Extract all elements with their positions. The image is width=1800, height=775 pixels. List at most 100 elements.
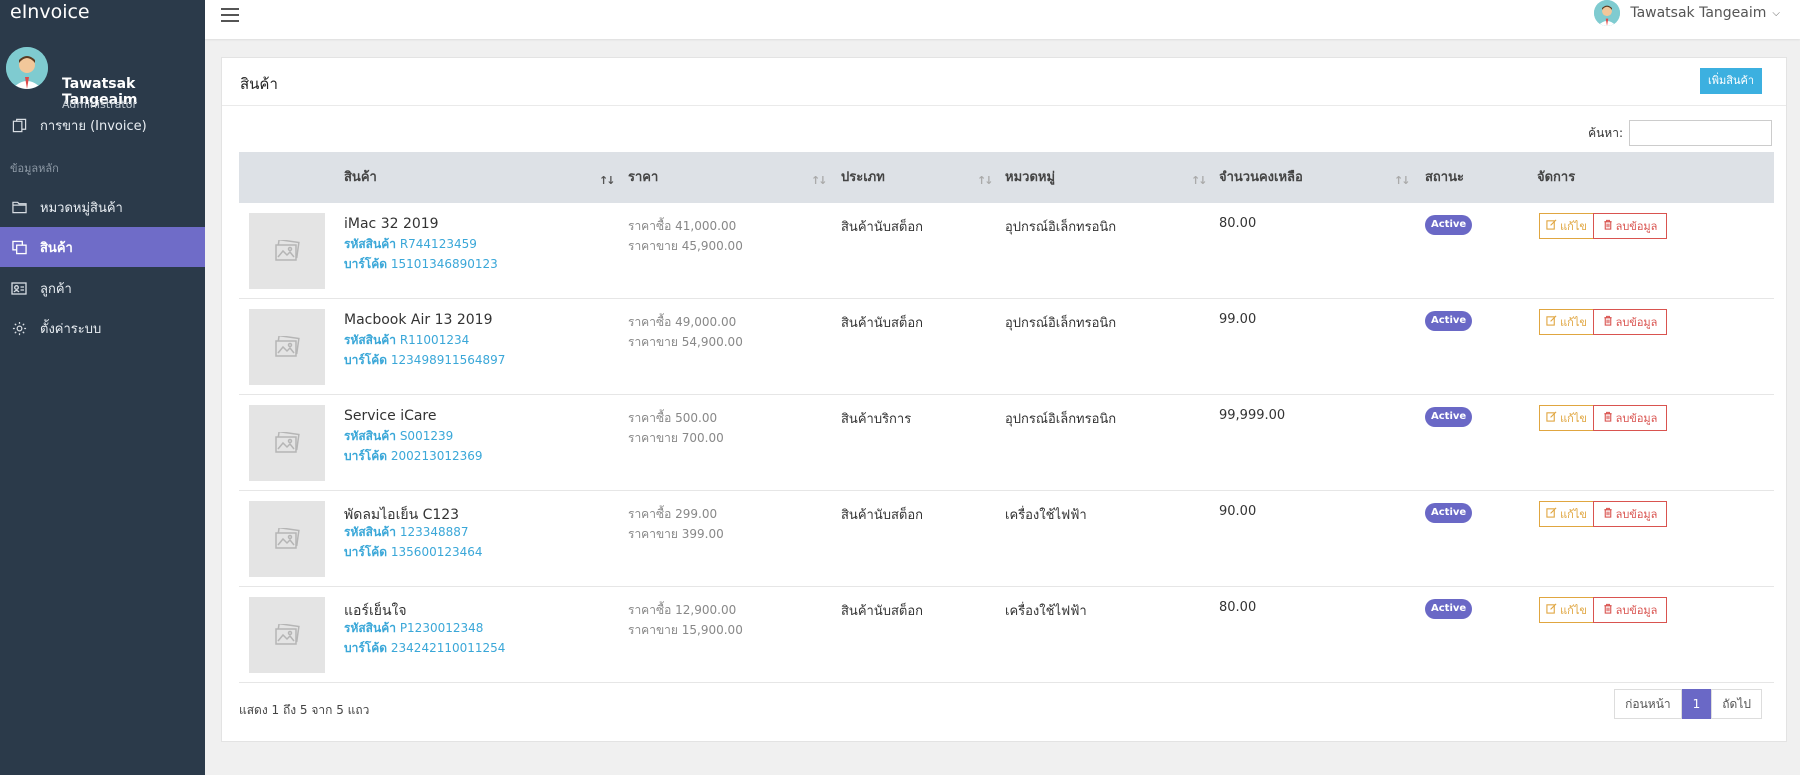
add-product-button[interactable]: เพิ่มสินค้า xyxy=(1699,68,1762,94)
edit-label: แก้ไข xyxy=(1560,220,1587,233)
product-code-label: รหัสสินค้า xyxy=(344,525,396,539)
product-code-label: รหัสสินค้า xyxy=(344,429,396,443)
product-name[interactable]: Macbook Air 13 2019 xyxy=(344,312,493,328)
sidebar-item-settings[interactable]: ตั้งค่าระบบ xyxy=(0,308,205,348)
status-badge: Active xyxy=(1425,215,1473,235)
edit-label: แก้ไข xyxy=(1560,412,1587,425)
delete-button[interactable]: ลบข้อมูล xyxy=(1593,213,1667,239)
product-barcode-label: บาร์โค้ด xyxy=(344,449,388,463)
product-stock: 90.00 xyxy=(1219,504,1257,519)
user-avatar-small xyxy=(1594,0,1621,26)
trash-icon xyxy=(1603,603,1613,617)
product-barcode-value: 15101346890123 xyxy=(390,257,498,271)
sidebar-item-label: สินค้า xyxy=(40,240,73,256)
sort-icon[interactable]: ↑↓ xyxy=(1394,152,1411,203)
sidebar-item-products[interactable]: สินค้า xyxy=(0,227,205,267)
edit-label: แก้ไข xyxy=(1560,316,1587,329)
product-code-label: รหัสสินค้า xyxy=(344,621,396,635)
column-header-stock[interactable]: จำนวนคงเหลือ xyxy=(1219,152,1303,203)
sort-icon[interactable]: ↑↓ xyxy=(1191,152,1208,203)
sell-price-label: ราคาขาย xyxy=(628,527,678,541)
sell-price-value: 15,900.00 xyxy=(681,623,743,637)
top-user-name: Tawatsak Tangeaim xyxy=(1630,5,1767,21)
product-type: สินค้านับสต็อก xyxy=(841,508,924,523)
gear-icon xyxy=(10,319,28,337)
sort-asc-icon[interactable]: ↑↓ xyxy=(599,152,616,203)
delete-button[interactable]: ลบข้อมูล xyxy=(1593,405,1667,431)
product-barcode: บาร์โค้ด 15101346890123 xyxy=(344,255,498,274)
edit-button[interactable]: แก้ไข xyxy=(1539,309,1594,335)
app-brand[interactable]: eInvoice xyxy=(0,0,205,26)
edit-button[interactable]: แก้ไข xyxy=(1539,405,1594,431)
edit-button[interactable]: แก้ไข xyxy=(1539,213,1594,239)
buy-price-value: 49,000.00 xyxy=(675,315,737,329)
trash-icon xyxy=(1603,219,1613,233)
table-row: Service iCare รหัสสินค้า S001239 บาร์โค้… xyxy=(239,395,1774,491)
sell-price: ราคาขาย 399.00 xyxy=(628,525,724,544)
product-name[interactable]: iMac 32 2019 xyxy=(344,216,439,232)
edit-button[interactable]: แก้ไข xyxy=(1539,501,1594,527)
sell-price-value: 700.00 xyxy=(681,431,724,445)
delete-button[interactable]: ลบข้อมูล xyxy=(1593,597,1667,623)
product-barcode-label: บาร์โค้ด xyxy=(344,353,388,367)
panel-header: สินค้า เพิ่มสินค้า xyxy=(222,58,1786,106)
sidebar-item-invoice[interactable]: การขาย (Invoice) xyxy=(0,105,205,145)
product-code: รหัสสินค้า 123348887 xyxy=(344,523,469,542)
sidebar-section-header: ข้อมูลหลัก xyxy=(10,162,59,175)
trash-icon xyxy=(1603,411,1613,425)
product-barcode-label: บาร์โค้ด xyxy=(344,641,388,655)
delete-button[interactable]: ลบข้อมูล xyxy=(1593,501,1667,527)
product-code-label: รหัสสินค้า xyxy=(344,237,396,251)
product-barcode-label: บาร์โค้ด xyxy=(344,545,388,559)
column-header-category[interactable]: หมวดหมู่ xyxy=(1005,152,1055,203)
sell-price: ราคาขาย 45,900.00 xyxy=(628,237,743,256)
image-placeholder-icon xyxy=(249,501,325,577)
sell-price-label: ราคาขาย xyxy=(628,239,678,253)
next-page-button[interactable]: ถัดไป xyxy=(1711,689,1762,719)
products-panel: สินค้า เพิ่มสินค้า ค้นหา: สินค้า ↑↓ ราคา… xyxy=(221,57,1787,742)
image-placeholder-icon xyxy=(249,405,325,481)
product-category: อุปกรณ์อิเล็กทรอนิก xyxy=(1005,412,1117,427)
sell-price-label: ราคาขาย xyxy=(628,431,678,445)
search-input[interactable] xyxy=(1629,120,1772,146)
product-code: รหัสสินค้า R11001234 xyxy=(344,331,469,350)
product-type: สินค้านับสต็อก xyxy=(841,220,924,235)
sell-price-value: 399.00 xyxy=(681,527,724,541)
buy-price: ราคาซื้อ 49,000.00 xyxy=(628,313,736,332)
buy-price: ราคาซื้อ 41,000.00 xyxy=(628,217,736,236)
product-code-label: รหัสสินค้า xyxy=(344,333,396,347)
column-header-price[interactable]: ราคา xyxy=(628,152,658,203)
status-badge: Active xyxy=(1425,599,1473,619)
buy-price-value: 299.00 xyxy=(675,507,718,521)
sort-icon[interactable]: ↑↓ xyxy=(977,152,994,203)
buy-price-label: ราคาซื้อ xyxy=(628,603,672,617)
buy-price-value: 500.00 xyxy=(675,411,718,425)
column-header-status: สถานะ xyxy=(1425,170,1464,185)
table-info: แสดง 1 ถึง 5 จาก 5 แถว xyxy=(239,703,370,717)
delete-label: ลบข้อมูล xyxy=(1615,412,1658,425)
sort-icon[interactable]: ↑↓ xyxy=(811,152,828,203)
product-code: รหัสสินค้า P1230012348 xyxy=(344,619,483,638)
product-code-value: S001239 xyxy=(399,429,454,443)
column-header-type[interactable]: ประเภท xyxy=(841,152,885,203)
product-name[interactable]: Service iCare xyxy=(344,408,437,424)
search-label: ค้นหา: xyxy=(1588,125,1623,140)
delete-button[interactable]: ลบข้อมูล xyxy=(1593,309,1667,335)
sidebar-item-customers[interactable]: ลูกค้า xyxy=(0,268,205,308)
product-barcode-value: 135600123464 xyxy=(390,545,483,559)
buy-price-label: ราคาซื้อ xyxy=(628,411,672,425)
menu-toggle-icon[interactable] xyxy=(221,4,239,24)
user-menu[interactable]: Tawatsak Tangeaim ⌵ xyxy=(1594,0,1780,26)
sidebar-item-categories[interactable]: หมวดหมู่สินค้า xyxy=(0,187,205,227)
edit-label: แก้ไข xyxy=(1560,508,1587,521)
table-header: สินค้า ↑↓ ราคา ↑↓ ประเภท ↑↓ หมวดหมู่ ↑↓ … xyxy=(239,152,1774,203)
page-button-current[interactable]: 1 xyxy=(1681,689,1712,719)
column-header-product[interactable]: สินค้า xyxy=(344,152,377,203)
buy-price-label: ราคาซื้อ xyxy=(628,507,672,521)
prev-page-button[interactable]: ก่อนหน้า xyxy=(1614,689,1682,719)
sidebar-item-label: หมวดหมู่สินค้า xyxy=(40,200,123,216)
product-code: รหัสสินค้า S001239 xyxy=(344,427,453,446)
edit-button[interactable]: แก้ไข xyxy=(1539,597,1594,623)
product-stock: 80.00 xyxy=(1219,600,1257,615)
edit-icon xyxy=(1546,507,1557,521)
